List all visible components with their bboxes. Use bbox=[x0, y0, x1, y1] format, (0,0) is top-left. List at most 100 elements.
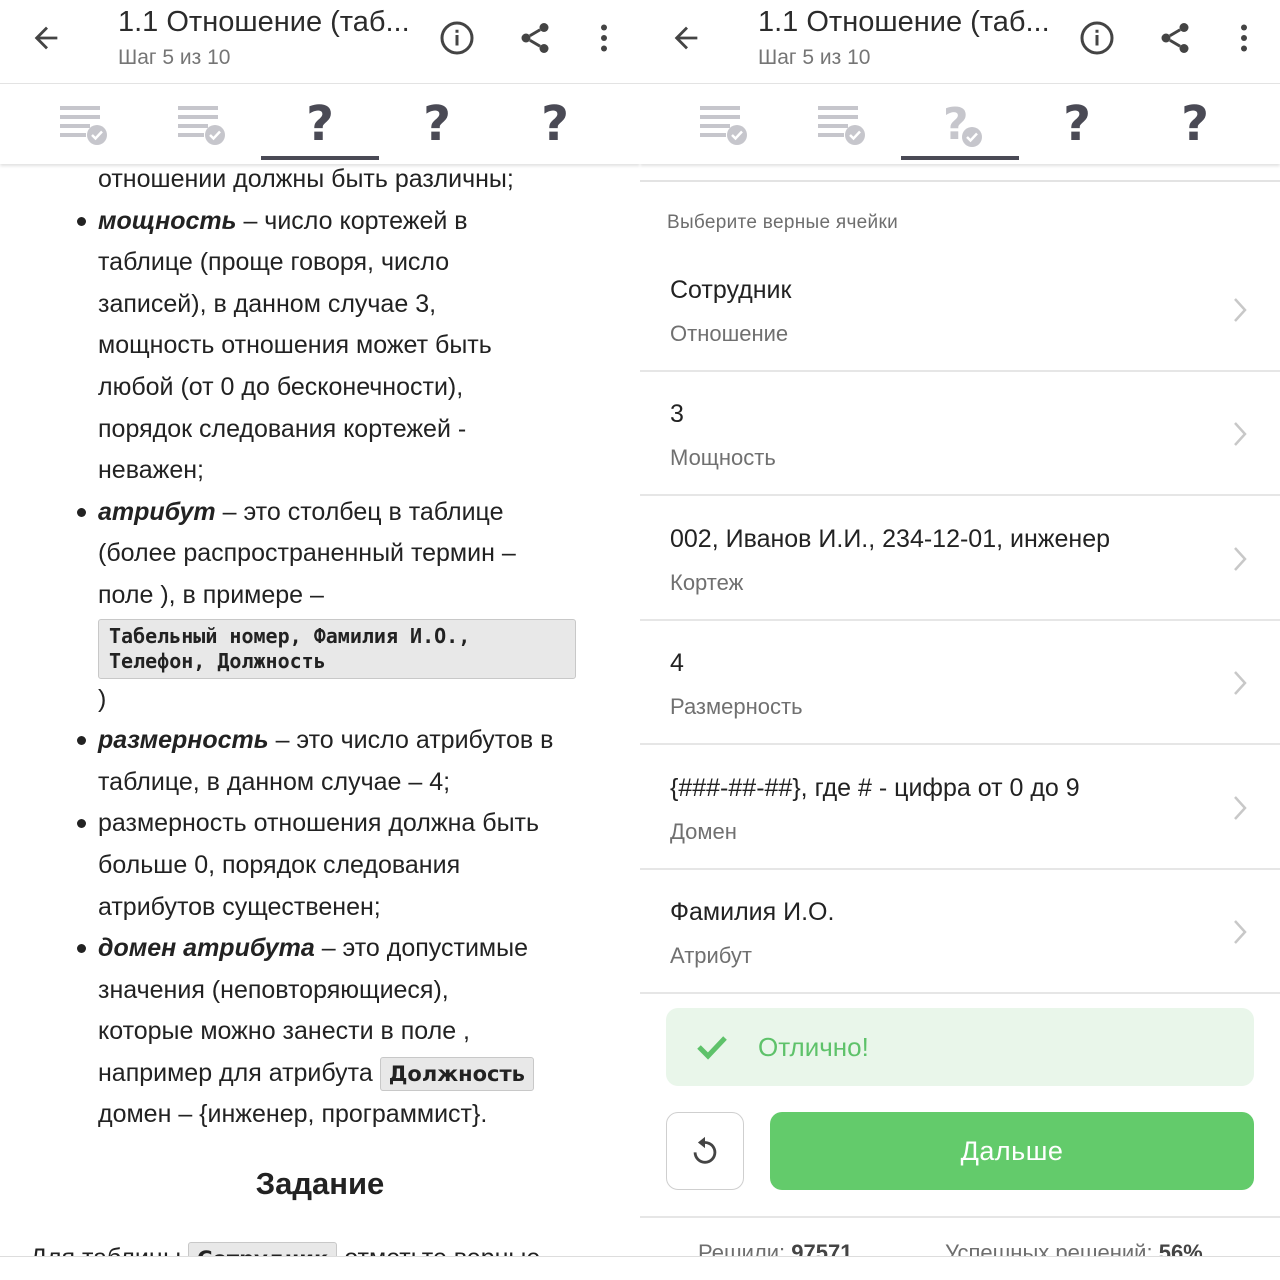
bullet bbox=[77, 216, 86, 226]
divider bbox=[640, 1216, 1280, 1218]
task-text-start: Для таблицы bbox=[30, 1244, 181, 1256]
check-icon bbox=[697, 1036, 727, 1060]
task-text: Для таблицы Сотрудник отметьте верные bbox=[30, 1242, 540, 1256]
definition-text: размерность отношения должна быть bbox=[98, 809, 540, 838]
list-item: атрибут – это столбец в таблице (более р… bbox=[0, 492, 640, 720]
definition-text: записей), в данном случае 3, bbox=[98, 289, 437, 318]
success-rate: Успешных решений: 56% bbox=[945, 1240, 1203, 1256]
answer-row[interactable]: {###-##-##}, где # - цифра от 0 до 9 Дом… bbox=[640, 746, 1280, 870]
more-button[interactable] bbox=[1222, 16, 1266, 60]
answer-label: Домен bbox=[670, 819, 737, 844]
definition-text: например для атрибута bbox=[98, 1058, 380, 1087]
answer-value: 4 bbox=[670, 649, 684, 677]
answer-row[interactable]: 002, Иванов И.И., 234-12-01, инженер Кор… bbox=[640, 497, 1280, 621]
bullet bbox=[77, 819, 86, 829]
code-block: Табельный номер, Фамилия И.О., Телефон, … bbox=[98, 618, 576, 679]
step-tab-3[interactable]: ? bbox=[901, 84, 1019, 164]
info-circle-icon bbox=[440, 21, 474, 55]
list-item: размерность отношения должна быть больше… bbox=[0, 803, 640, 928]
step-tab-4[interactable]: ? bbox=[378, 84, 496, 164]
lesson-content: отношении должны быть различны; мощность… bbox=[0, 164, 640, 1256]
answer-value: Сотрудник bbox=[670, 276, 792, 304]
step-counter: Шаг 5 из 10 bbox=[758, 46, 871, 69]
chevron-right-icon bbox=[1234, 422, 1247, 446]
more-vertical-icon bbox=[1241, 24, 1247, 52]
definition-text: атрибутов существенен; bbox=[98, 892, 381, 921]
answer-value: Фамилия И.О. bbox=[670, 898, 835, 926]
definition-text: которые можно занести в поле , bbox=[98, 1017, 470, 1046]
step-tab-1[interactable] bbox=[24, 84, 142, 164]
term-label: размерность bbox=[98, 726, 269, 755]
answer-value: 002, Иванов И.И., 234-12-01, инженер bbox=[670, 525, 1111, 553]
chevron-right-icon bbox=[1234, 298, 1247, 322]
info-button[interactable] bbox=[435, 16, 479, 60]
definition-text: мощность отношения может быть bbox=[98, 331, 492, 360]
answer-value: 3 bbox=[670, 400, 684, 428]
lesson-completed-icon bbox=[60, 106, 107, 145]
term-label: мощность bbox=[98, 206, 237, 235]
active-tab-indicator bbox=[261, 156, 379, 160]
question-icon: ? bbox=[423, 96, 451, 152]
app-header: 1.1 Отношение (таб... Шаг 5 из 10 bbox=[640, 0, 1280, 84]
lesson-completed-icon bbox=[700, 106, 747, 145]
quiz-prompt: Выберите верные ячейки bbox=[667, 212, 898, 233]
definition-text: ) bbox=[98, 684, 107, 713]
more-vertical-icon bbox=[601, 24, 607, 52]
bullet bbox=[77, 944, 86, 954]
step-tab-4[interactable]: ? bbox=[1018, 84, 1136, 164]
bottom-divider bbox=[0, 1256, 640, 1257]
definition-text: больше 0, порядок следования bbox=[98, 850, 461, 879]
app-header: 1.1 Отношение (таб... Шаг 5 из 10 bbox=[0, 0, 640, 84]
step-tab-5[interactable]: ? bbox=[1136, 84, 1254, 164]
definition-text: таблице, в данном случае – 4; bbox=[98, 767, 451, 796]
page-title: 1.1 Отношение (таб... bbox=[118, 6, 410, 38]
answer-row[interactable]: Фамилия И.О. Атрибут bbox=[640, 870, 1280, 994]
definition-text: любой (от 0 до бесконечности), bbox=[98, 372, 464, 401]
step-tabs: ? ? ? bbox=[640, 84, 1280, 164]
back-button[interactable] bbox=[666, 18, 706, 58]
answer-label: Кортеж bbox=[670, 570, 744, 595]
task-text-rest: отметьте верные bbox=[344, 1244, 540, 1256]
definition-list: мощность – число кортежей в таблице (про… bbox=[0, 201, 640, 1136]
chevron-right-icon bbox=[1234, 671, 1247, 695]
step-tab-1[interactable] bbox=[664, 84, 782, 164]
feedback-message: Отлично! bbox=[758, 1032, 869, 1062]
lesson-completed-icon bbox=[818, 106, 865, 145]
question-icon: ? bbox=[1181, 96, 1209, 152]
lesson-panel: 1.1 Отношение (таб... Шаг 5 из 10 ? ? ? … bbox=[0, 0, 640, 1280]
list-item: домен атрибута – это допустимые значения… bbox=[0, 928, 640, 1136]
share-button[interactable] bbox=[1153, 16, 1197, 60]
question-icon: ? bbox=[1063, 96, 1091, 152]
definition-text: – это столбец в таблице bbox=[215, 497, 504, 526]
solved-count: Решили: 97571 bbox=[698, 1240, 852, 1256]
next-button[interactable]: Дальше bbox=[770, 1112, 1254, 1190]
step-tab-2[interactable] bbox=[782, 84, 900, 164]
bottom-divider bbox=[640, 1256, 1280, 1257]
active-tab-indicator bbox=[901, 156, 1019, 160]
more-button[interactable] bbox=[582, 16, 626, 60]
answer-label: Размерность bbox=[670, 694, 803, 719]
question-completed-icon: ? bbox=[943, 99, 982, 149]
share-icon bbox=[1161, 23, 1189, 53]
step-tab-3[interactable]: ? bbox=[261, 84, 379, 164]
lesson-text-line: отношении должны быть различны; bbox=[98, 165, 514, 193]
info-circle-icon bbox=[1080, 21, 1114, 55]
inline-code: Сотрудник bbox=[188, 1242, 338, 1256]
answer-value: {###-##-##}, где # - цифра от 0 до 9 bbox=[670, 774, 1080, 802]
definition-text: таблице (проще говоря, число bbox=[98, 248, 450, 277]
lesson-completed-icon bbox=[178, 106, 225, 145]
definition-text: (более распространенный термин – bbox=[98, 539, 516, 568]
share-button[interactable] bbox=[513, 16, 557, 60]
info-button[interactable] bbox=[1075, 16, 1119, 60]
step-tab-2[interactable] bbox=[142, 84, 260, 164]
answer-row[interactable]: 3 Мощность bbox=[640, 372, 1280, 496]
answer-row[interactable]: Сотрудник Отношение bbox=[640, 248, 1280, 372]
answer-row[interactable]: 4 Размерность bbox=[640, 621, 1280, 745]
inline-code: Должность bbox=[379, 1056, 534, 1091]
definition-text: – это допустимые bbox=[314, 934, 528, 963]
reset-button[interactable] bbox=[666, 1112, 744, 1190]
definition-text: значения (неповторяющиеся), bbox=[98, 975, 449, 1004]
step-tab-5[interactable]: ? bbox=[496, 84, 614, 164]
solved-value: 97571 bbox=[791, 1240, 853, 1256]
back-button[interactable] bbox=[26, 18, 66, 58]
